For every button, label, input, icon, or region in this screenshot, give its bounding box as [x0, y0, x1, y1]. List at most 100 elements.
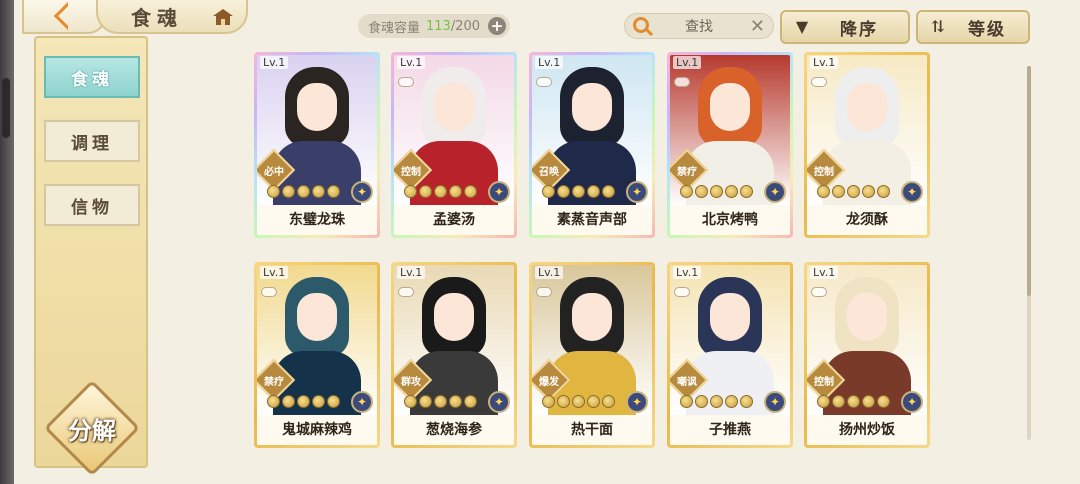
sort-field-button[interactable]: ⇅ 等级: [916, 10, 1030, 44]
star-bead-icon: [297, 185, 310, 198]
card-level: Lv.1: [397, 266, 426, 279]
star-rating: [267, 185, 347, 199]
home-icon[interactable]: [212, 8, 234, 26]
decompose-button[interactable]: 分解: [43, 379, 141, 477]
sidebar-item-shihun[interactable]: 食魂: [44, 56, 140, 98]
card-level: Lv.1: [397, 56, 426, 69]
device-edge: [0, 0, 14, 484]
star-bead-icon: [740, 395, 753, 408]
character-card[interactable]: Lv.1 群攻 ✦ 葱烧海参: [391, 262, 517, 448]
star-bead-icon: [877, 395, 890, 408]
star-bead-icon: [404, 395, 417, 408]
scrollbar[interactable]: [1027, 66, 1031, 440]
lock-toggle-icon[interactable]: [674, 77, 690, 87]
card-role: 控制: [401, 167, 421, 178]
star-bead-icon: [725, 395, 738, 408]
star-bead-icon: [817, 185, 830, 198]
card-inner: Lv.1 嘲讽 ✦ 子推燕: [670, 265, 790, 445]
card-name: 葱烧海参: [394, 415, 514, 445]
element-icon: ✦: [626, 181, 648, 203]
card-level: Lv.1: [260, 56, 289, 69]
capacity-max: /200: [450, 18, 481, 34]
card-inner: Lv.1 禁疗 ✦ 鬼城麻辣鸡: [257, 265, 377, 445]
star-bead-icon: [832, 395, 845, 408]
portrait-face: [847, 293, 887, 341]
scrollbar-thumb[interactable]: [1027, 66, 1031, 296]
star-bead-icon: [587, 185, 600, 198]
element-icon: ✦: [764, 391, 786, 413]
character-card[interactable]: Lv.1 禁疗 ✦ 北京烤鸭: [667, 52, 793, 238]
lock-toggle-icon[interactable]: [536, 77, 552, 87]
clear-search-icon[interactable]: ✕: [750, 16, 765, 37]
search-input[interactable]: 查找 ✕: [624, 13, 774, 39]
lock-toggle-icon[interactable]: [398, 77, 414, 87]
lock-toggle-icon[interactable]: [811, 77, 827, 87]
character-card[interactable]: Lv.1 召唤 ✦ 素蒸音声部: [529, 52, 655, 238]
star-bead-icon: [710, 185, 723, 198]
star-bead-icon: [449, 395, 462, 408]
lock-toggle-icon[interactable]: [261, 287, 277, 297]
star-bead-icon: [542, 185, 555, 198]
star-bead-icon: [572, 395, 585, 408]
star-bead-icon: [449, 185, 462, 198]
star-bead-icon: [312, 395, 325, 408]
character-card[interactable]: Lv.1 爆发 ✦ 热干面: [529, 262, 655, 448]
portrait-face: [434, 83, 474, 131]
character-card[interactable]: Lv.1 控制 ✦ 扬州炒饭: [804, 262, 930, 448]
card-inner: Lv.1 控制 ✦ 孟婆汤: [394, 55, 514, 235]
star-rating: [817, 185, 897, 199]
star-bead-icon: [817, 395, 830, 408]
lock-toggle-icon[interactable]: [398, 287, 414, 297]
character-card[interactable]: Lv.1 禁疗 ✦ 鬼城麻辣鸡: [254, 262, 380, 448]
card-inner: Lv.1 必中 ✦ 东璧龙珠: [257, 55, 377, 235]
star-rating: [542, 185, 622, 199]
page-title: 食魂: [131, 5, 183, 30]
card-name: 素蒸音声部: [532, 205, 652, 235]
star-bead-icon: [312, 185, 325, 198]
star-bead-icon: [282, 395, 295, 408]
sort-order-icon: ▼: [795, 17, 809, 36]
card-name: 热干面: [532, 415, 652, 445]
lock-toggle-icon[interactable]: [536, 287, 552, 297]
card-name: 龙须酥: [807, 205, 927, 235]
star-bead-icon: [602, 395, 615, 408]
sort-order-button[interactable]: ▼ 降序: [780, 10, 910, 44]
card-level: Lv.1: [260, 266, 289, 279]
element-icon: ✦: [351, 391, 373, 413]
star-rating: [267, 395, 347, 409]
portrait-face: [710, 83, 750, 131]
back-button[interactable]: [22, 0, 106, 34]
star-bead-icon: [862, 395, 875, 408]
star-bead-icon: [740, 185, 753, 198]
lock-toggle-icon[interactable]: [811, 287, 827, 297]
star-bead-icon: [695, 395, 708, 408]
character-card[interactable]: Lv.1 嘲讽 ✦ 子推燕: [667, 262, 793, 448]
star-bead-icon: [695, 185, 708, 198]
star-rating: [680, 185, 760, 199]
star-bead-icon: [419, 185, 432, 198]
sidebar-item-tiaoli[interactable]: 调理: [44, 120, 140, 162]
character-card[interactable]: Lv.1 控制 ✦ 龙须酥: [804, 52, 930, 238]
card-level: Lv.1: [535, 266, 564, 279]
character-card[interactable]: Lv.1 必中 ✦ 东璧龙珠: [254, 52, 380, 238]
star-bead-icon: [282, 185, 295, 198]
element-icon: ✦: [764, 181, 786, 203]
sidebar-item-label: 食魂: [71, 69, 113, 90]
card-role: 爆发: [539, 377, 559, 388]
lock-toggle-icon[interactable]: [674, 287, 690, 297]
character-card[interactable]: Lv.1 控制 ✦ 孟婆汤: [391, 52, 517, 238]
card-name: 鬼城麻辣鸡: [257, 415, 377, 445]
sidebar-item-label: 信物: [71, 197, 113, 218]
search-icon: [633, 17, 649, 33]
star-bead-icon: [832, 185, 845, 198]
capacity-indicator: 食魂容量 113 /200 +: [358, 14, 510, 38]
star-rating: [817, 395, 897, 409]
star-bead-icon: [847, 395, 860, 408]
star-rating: [542, 395, 622, 409]
sidebar-item-xinwu[interactable]: 信物: [44, 184, 140, 226]
star-bead-icon: [434, 395, 447, 408]
capacity-current: 113: [426, 18, 451, 34]
star-bead-icon: [847, 185, 860, 198]
add-capacity-button[interactable]: +: [488, 17, 506, 35]
star-bead-icon: [725, 185, 738, 198]
